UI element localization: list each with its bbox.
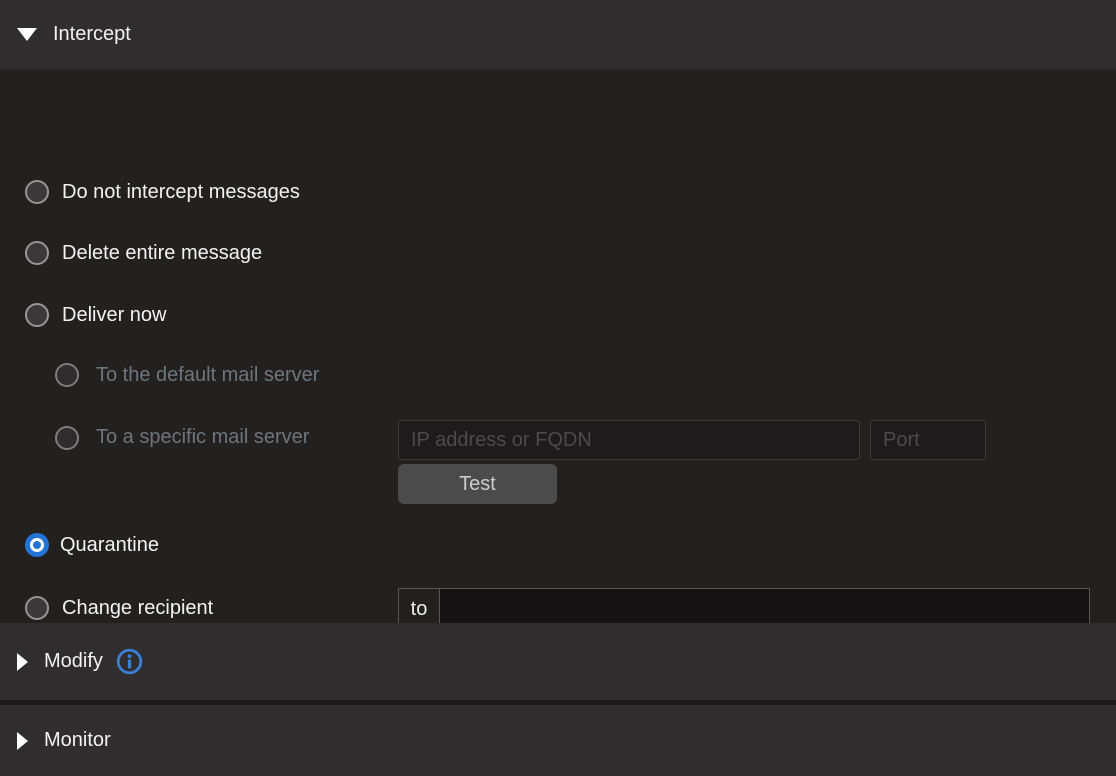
radio-label: Quarantine bbox=[60, 534, 159, 557]
port-input[interactable] bbox=[870, 420, 986, 460]
section-header-modify[interactable]: Modify bbox=[0, 623, 1116, 700]
radio-icon-disabled[interactable] bbox=[55, 426, 79, 450]
section-header-intercept[interactable]: Intercept bbox=[0, 0, 1116, 70]
radio-label: To the default mail server bbox=[96, 364, 319, 387]
radio-icon-unselected[interactable] bbox=[25, 241, 49, 265]
radio-label: Change recipient bbox=[62, 597, 213, 620]
test-button[interactable]: Test bbox=[398, 464, 557, 504]
radio-option-deliver-now[interactable]: Deliver now bbox=[25, 300, 166, 330]
radio-icon-unselected[interactable] bbox=[25, 303, 49, 327]
radio-label: Deliver now bbox=[62, 304, 166, 327]
intercept-section-body: Do not intercept messages Delete entire … bbox=[0, 70, 1116, 623]
radio-option-delete-entire-message[interactable]: Delete entire message bbox=[25, 238, 262, 268]
section-title-intercept: Intercept bbox=[53, 23, 131, 46]
radio-option-change-recipient[interactable]: Change recipient bbox=[25, 593, 213, 623]
radio-dot bbox=[30, 538, 44, 552]
intercept-settings-panel: Intercept Do not intercept messages Dele… bbox=[0, 0, 1116, 776]
caret-right-icon bbox=[17, 732, 28, 750]
info-icon[interactable] bbox=[116, 648, 143, 675]
radio-option-do-not-intercept[interactable]: Do not intercept messages bbox=[25, 177, 300, 207]
section-title-monitor: Monitor bbox=[44, 729, 111, 752]
radio-label: Delete entire message bbox=[62, 242, 262, 265]
section-header-monitor[interactable]: Monitor bbox=[0, 705, 1116, 776]
radio-icon-disabled[interactable] bbox=[55, 363, 79, 387]
radio-icon-unselected[interactable] bbox=[25, 596, 49, 620]
radio-option-specific-mail-server[interactable]: To a specific mail server bbox=[55, 422, 326, 498]
caret-down-icon bbox=[17, 28, 37, 41]
ip-address-input[interactable] bbox=[398, 420, 860, 460]
radio-option-quarantine[interactable]: Quarantine bbox=[25, 530, 159, 560]
radio-icon-unselected[interactable] bbox=[25, 180, 49, 204]
section-title-modify: Modify bbox=[44, 650, 103, 673]
radio-icon-selected[interactable] bbox=[25, 533, 49, 557]
caret-right-icon bbox=[17, 653, 28, 671]
radio-label: To a specific mail server bbox=[96, 417, 326, 457]
radio-label: Do not intercept messages bbox=[62, 181, 300, 204]
radio-option-default-mail-server[interactable]: To the default mail server bbox=[55, 360, 319, 390]
